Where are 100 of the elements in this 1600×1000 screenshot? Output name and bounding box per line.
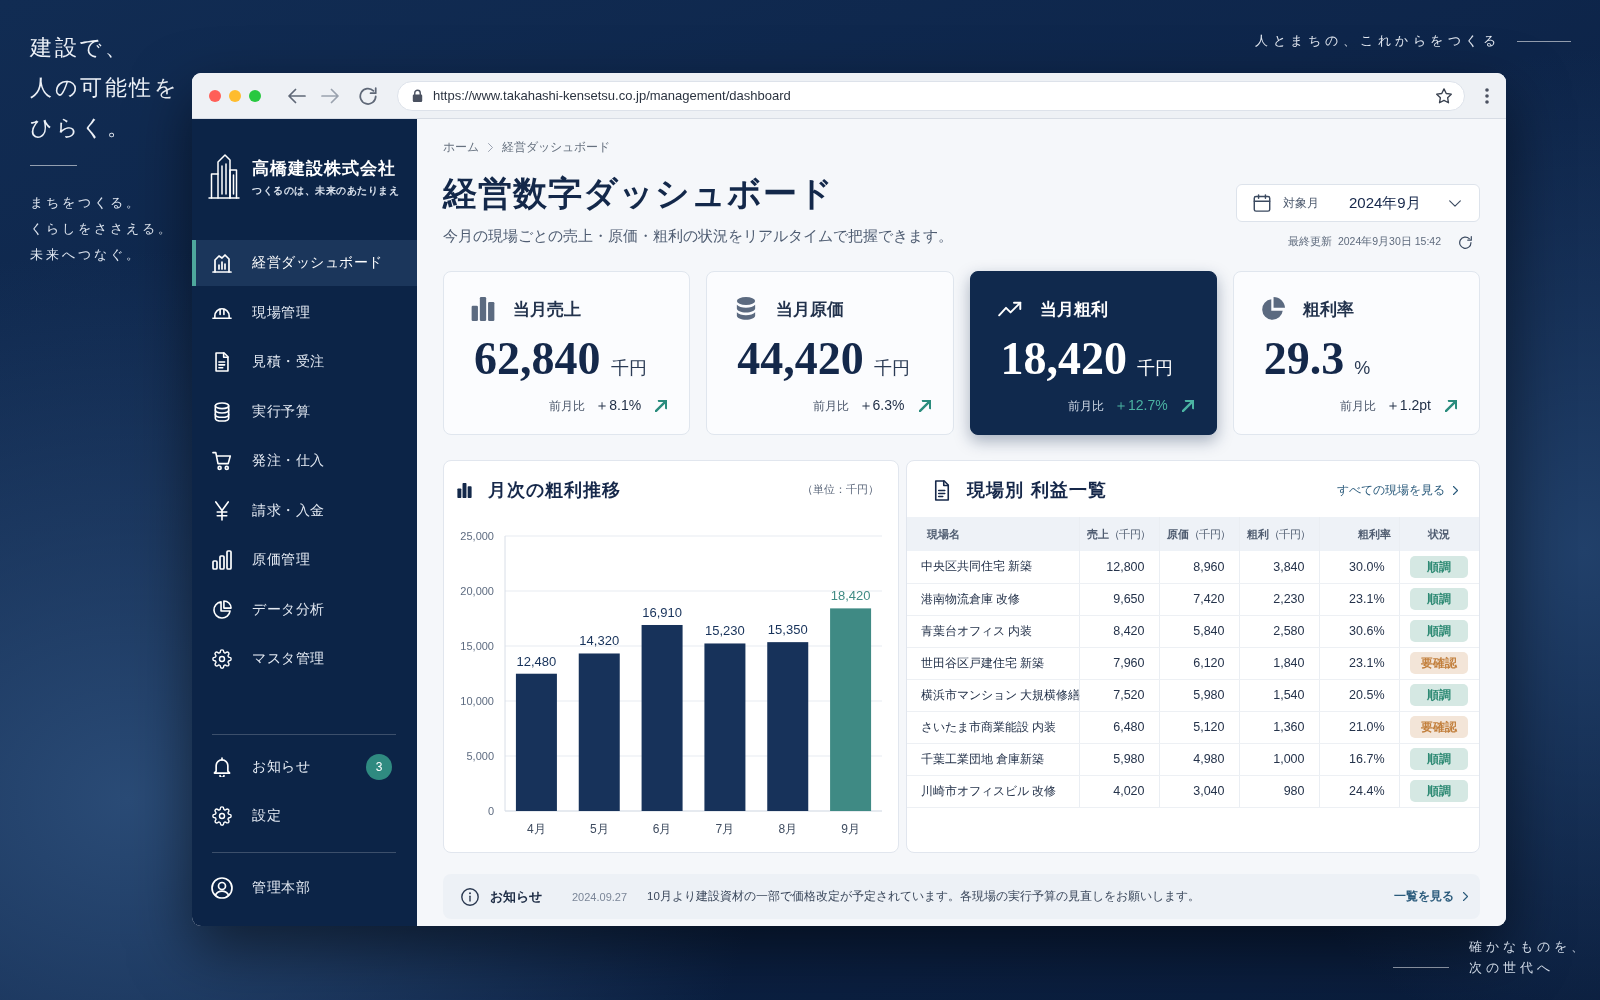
table-cell: 4,020	[1079, 775, 1159, 807]
column-header: 現場名	[907, 517, 1079, 551]
user-icon	[211, 877, 233, 899]
table-cell: 5,840	[1159, 615, 1239, 647]
star-icon[interactable]	[1436, 87, 1452, 104]
nav-item[interactable]: 実行予算	[192, 388, 417, 435]
chart-icon	[212, 253, 232, 273]
kpi-value: 44,420	[737, 333, 864, 385]
status-badge: 順調	[1410, 780, 1469, 802]
table-cell: 7,420	[1159, 583, 1239, 615]
refresh-icon[interactable]	[1459, 235, 1472, 249]
table-cell: 30.0%	[1319, 551, 1399, 583]
table-cell: 港南物流倉庫 改修	[907, 583, 1079, 615]
nav-item[interactable]: 請求・入金	[192, 487, 417, 534]
arrow-up-right-icon	[918, 400, 931, 412]
change-label: 前月比	[1339, 397, 1376, 415]
account-menu[interactable]: 管理本部	[192, 865, 417, 911]
chevron-right-icon	[1453, 485, 1458, 495]
table-cell: 7,960	[1079, 647, 1159, 679]
nav-item[interactable]: 経営ダッシュボード	[192, 240, 417, 286]
status-badge: 順調	[1410, 620, 1469, 642]
view-all-sites-link[interactable]: すべての現場を見る	[1337, 482, 1458, 498]
catchphrase: 人とまちの、これからをつくる	[1255, 32, 1500, 50]
database-icon	[212, 401, 232, 422]
notice-list-link[interactable]: 一覧を見る	[1394, 888, 1468, 905]
bar-value-label: 15,350	[767, 622, 808, 638]
lock-icon	[412, 89, 423, 102]
status-badge: 順調	[1410, 684, 1469, 706]
building-icon	[208, 153, 240, 199]
bar-chart-icon	[212, 550, 232, 570]
settings-icon	[212, 649, 232, 669]
last-updated-label: 最終更新	[1287, 235, 1332, 249]
chevron-down-icon	[1449, 199, 1461, 207]
nav-item[interactable]: 現場管理	[192, 289, 417, 336]
nav-item[interactable]: マスタ管理	[192, 636, 417, 682]
nav-item[interactable]: 発注・仕入	[192, 438, 417, 484]
table-cell: 12,800	[1079, 551, 1159, 583]
table-cell: 1,360	[1239, 711, 1319, 743]
notice-date: 2024.09.27	[572, 890, 628, 903]
y-axis-label: 25,000	[460, 530, 494, 542]
y-axis-label: 5,000	[466, 750, 494, 762]
address-bar[interactable]: https://www.takahashi-kensetsu.co.jp/management/dashboard	[397, 80, 1465, 111]
month-select[interactable]: 対象月 2024年9月	[1236, 184, 1480, 222]
last-updated-time: 2024年9月30日 15:42	[1337, 235, 1441, 249]
change-value: ＋6.3%	[858, 397, 905, 415]
table-cell: 5,980	[1079, 743, 1159, 775]
kpi-label: 当月粗利	[1039, 298, 1108, 321]
table-cell: 21.0%	[1319, 711, 1399, 743]
table-cell: 24.4%	[1319, 775, 1399, 807]
status-badge: 順調	[1410, 555, 1469, 578]
table-cell: 8,960	[1159, 551, 1239, 583]
nav-item[interactable]: データ分析	[192, 586, 417, 633]
chevron-right-icon	[1463, 892, 1468, 901]
kpi-unit: 千円	[873, 357, 910, 380]
notification-badge: 3	[366, 753, 392, 780]
table-cell: さいたま市商業能設 内装	[907, 711, 1079, 743]
breadcrumb-current: 経営ダッシュボード	[502, 140, 610, 154]
table-cell: 横浜市マンション 大規横修繕	[907, 679, 1079, 711]
table-cell: 3,840	[1239, 551, 1319, 583]
window-close-icon[interactable]	[209, 89, 221, 102]
breadcrumb-link[interactable]: ホーム	[443, 140, 479, 154]
table-cell: 中央区共同住宅 新築	[907, 551, 1079, 583]
nav-item[interactable]: 設定	[192, 793, 417, 839]
x-axis-label: 4月	[527, 822, 546, 836]
more-menu-icon[interactable]	[1485, 87, 1489, 104]
chevron-right-icon	[488, 142, 493, 152]
reload-icon[interactable]	[359, 86, 377, 105]
page-title: 経営数字ダッシュボード	[443, 174, 835, 214]
kpi-value: 62,840	[474, 333, 601, 385]
company-name: 高橋建設株式会社	[252, 157, 397, 179]
bar-value-label: 16,910	[642, 605, 682, 620]
x-axis-label: 6月	[652, 822, 672, 836]
nav-item[interactable]: 見積・受注	[192, 339, 417, 385]
bar-value-label: 12,480	[516, 653, 557, 669]
x-axis-label: 8月	[778, 822, 798, 836]
table-cell: 1,540	[1239, 679, 1319, 711]
column-header: 粗利率	[1319, 517, 1399, 551]
bell-icon	[212, 756, 232, 777]
kpi-unit: %	[1354, 358, 1371, 379]
kpi-label: 当月原価	[776, 298, 845, 321]
table-cell: 23.1%	[1319, 647, 1399, 679]
y-axis-label: 0	[487, 805, 494, 817]
table-cell: 2,580	[1239, 615, 1319, 647]
change-value: ＋12.7%	[1114, 397, 1168, 415]
tagline: まちをつくる。 くらしをささえる。 未来へつなぐ。	[30, 194, 175, 264]
yen-icon	[212, 500, 232, 521]
back-arrow-icon[interactable]	[288, 86, 306, 105]
nav-item[interactable]: 原価管理	[192, 537, 417, 583]
y-axis-label: 20,000	[460, 585, 494, 597]
document-icon	[934, 479, 950, 501]
document-icon	[212, 352, 232, 372]
kpi-unit: 千円	[610, 357, 647, 380]
table-cell: 16.7%	[1319, 743, 1399, 775]
settings-icon	[212, 806, 232, 826]
table-cell: 980	[1239, 775, 1319, 807]
table-cell: 20.5%	[1319, 679, 1399, 711]
kpi-label: 当月売上	[513, 298, 581, 321]
nav-item[interactable]: お知らせ 3	[192, 743, 417, 790]
calendar-icon	[1253, 194, 1271, 212]
table-cell: 千葉工業団地 倉庫新築	[907, 743, 1079, 775]
